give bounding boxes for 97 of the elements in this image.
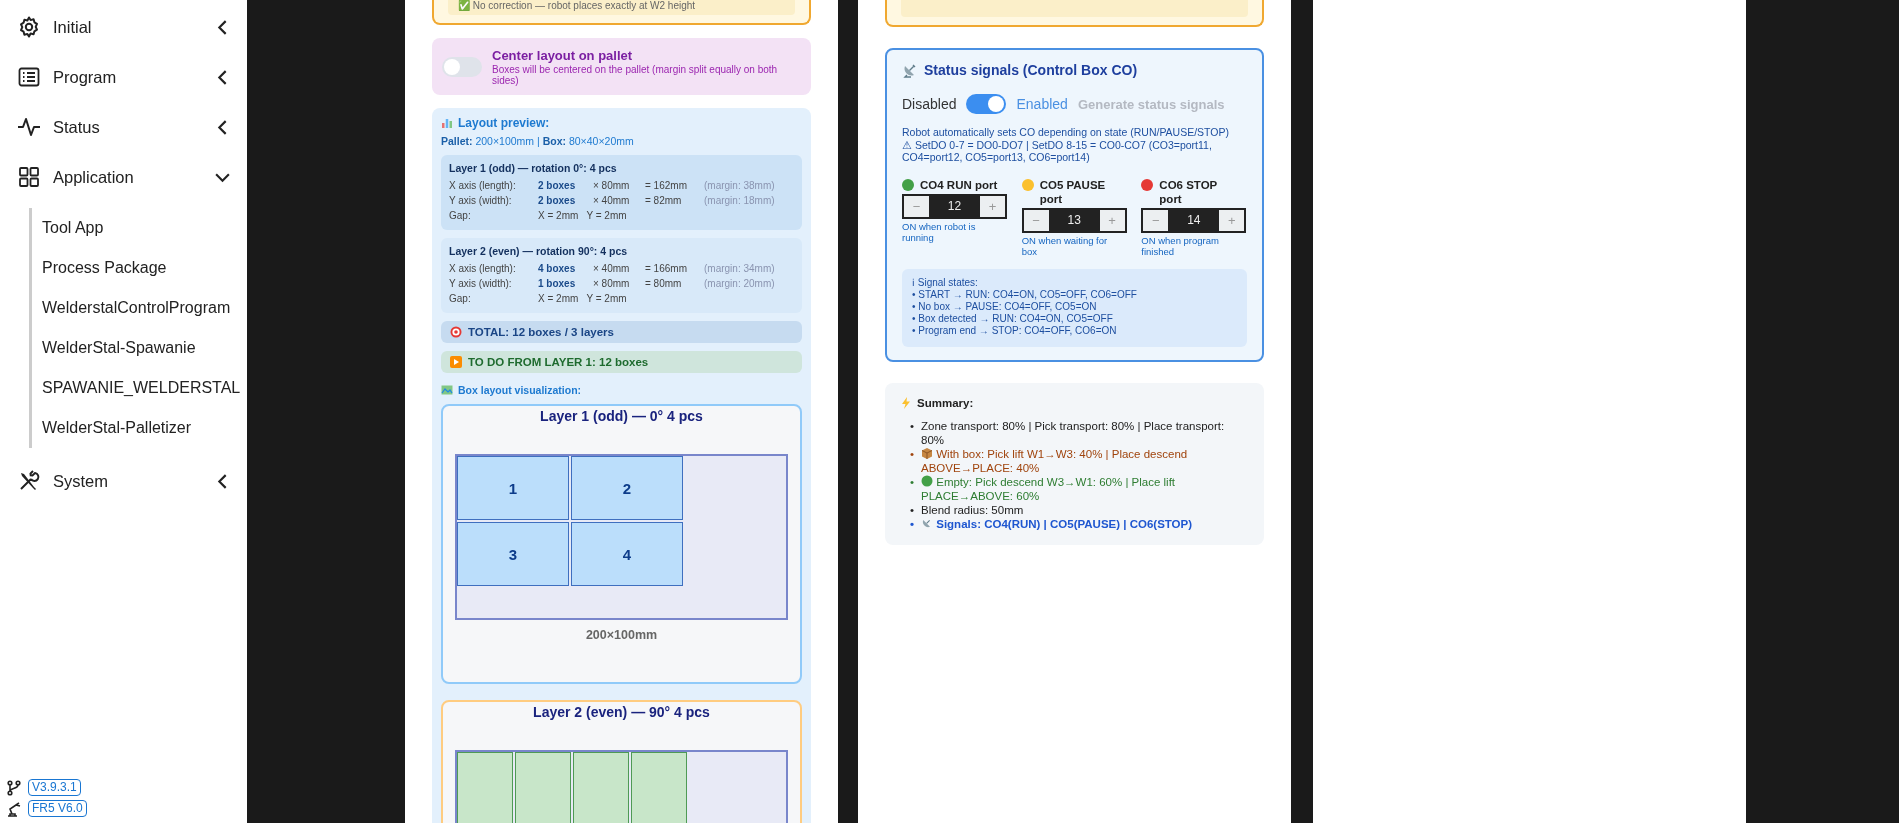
satellite-dish-icon [902,62,918,78]
version-badge: V3.9.3.1 [28,779,81,796]
box-size: × 40mm [593,262,631,276]
signal-state-line: • Box detected → RUN: CO4=ON, CO5=OFF [912,312,1114,325]
sidebar-subitem[interactable]: Tool App [32,208,247,248]
layer-title: Layer 1 (odd) — rotation 0°: 4 pcs [449,162,618,174]
layout-preview-title: Layout preview: [458,116,550,130]
port-label: CO4 RUN port [920,177,998,192]
visualization-title: Box layout visualization: [458,384,582,396]
axis-total: = 162mm [645,179,688,193]
sidebar-subitem[interactable]: SPAWANIE_WELDERSTAL [32,368,247,408]
warning-text: ⚠ SetDO 0-7 = DO0-DO7 | SetDO 8-15 = CO0-CO7 (CO3=port11, CO4=port12, CO5=port13, CO6=port14) [902,138,1213,164]
port-label: CO5 PAUSE port [1039,177,1107,206]
sidebar-subitem[interactable]: WelderStal-Spawanie [32,328,247,368]
todo-text: TO DO FROM LAYER 1: 12 boxes [468,356,649,368]
summary-title: Summary: [917,396,974,409]
port-label: CO6 STOP port [1159,177,1219,206]
sidebar-item[interactable]: Application [0,152,247,202]
sidebar-item[interactable]: Status [0,102,247,152]
summary-item: Zone transport: 80% | Pick transport: 80% | Place transport: 80% [921,418,1226,447]
map-icon [441,384,453,396]
margin-text: (margin: 34mm) [704,262,776,276]
grid-icon [17,165,41,189]
enabled-label: Enabled [1016,96,1068,112]
box-count: 4 boxes [538,262,577,276]
box-size: × 80mm [593,179,631,193]
pulse-icon [17,115,41,139]
target-icon [450,326,462,338]
axis-total: = 166mm [645,262,688,276]
center-layout-title: Center layout on pallet [492,48,634,63]
axis-label: Y axis (width): [449,277,513,291]
package-icon [921,446,934,459]
branch-icon [6,779,22,796]
pallet-size-caption: 200×100mm [585,628,658,642]
port-hint: ON when robot is running [902,220,977,243]
summary-item: With box: Pick lift W1→W3: 40% | Place descend ABOVE→PLACE: 40% [921,446,1189,475]
gap-label: Gap: [449,209,472,223]
bullet: • [910,474,915,490]
gap-value: X = 2mm Y = 2mm [538,292,628,306]
signal-state-line: • Program end → STOP: CO4=OFF, CO6=ON [912,324,1118,337]
signal-state-line: • START → RUN: CO4=ON, CO5=OFF, CO6=OFF [912,288,1138,301]
center-layout-toggle[interactable] [442,57,482,77]
gap-label: Gap: [449,292,472,306]
disabled-label: Disabled [902,96,957,112]
box-shape: 3 [457,522,569,586]
box-shape: 1 [457,456,569,520]
robot-arm-icon [6,800,22,817]
layer-title: Layer 2 (even) — rotation 90°: 4 pcs [449,245,629,257]
margin-text: (margin: 20mm) [704,277,776,291]
port-hint: ON when program finished [1141,234,1220,257]
signal-state-line: • No box → PAUSE: CO4=OFF, CO5=ON [912,300,1098,313]
box-count: 2 boxes [538,194,577,208]
box-shape: 4 [571,522,683,586]
summary-item: Empty: Pick descend W3→W1: 60% | Place lift PLACE→ABOVE: 60% [921,474,1177,503]
bullet: • [910,502,915,517]
axis-total: = 80mm [645,277,683,291]
axis-total: = 82mm [645,194,683,208]
summary-item: Signals: CO4(RUN) | CO5(PAUSE) | CO6(STOP) [921,516,1193,531]
margin-text: (margin: 38mm) [704,179,776,193]
axis-label: X axis (length): [449,262,517,276]
status-description: Robot automatically sets CO depending on state (RUN/PAUSE/STOP) [902,126,1230,139]
box-size: × 40mm [593,194,631,208]
box-count: 2 boxes [538,179,577,193]
lightning-icon [900,396,912,409]
box-count: 1 boxes [538,277,577,291]
box-shape: 2 [571,456,683,520]
correction-note: ✅ No correction — robot places exactly at W2 height [448,0,795,15]
bullet: • [910,516,915,531]
sidebar-subitem[interactable]: Process Package [32,248,247,288]
play-icon [450,356,462,368]
sidebar-subitem[interactable]: WelderStal-Palletizer [32,408,247,448]
bullet: • [910,446,915,462]
bar-chart-icon [441,117,453,129]
status-signals-title: Status signals (Control Box CO) [924,62,1138,78]
dimensions-text: Pallet: 200×100mm | Box: 80×40×20mm [441,135,635,147]
port-hint: ON when waiting for box [1021,234,1109,257]
dot-icon [921,474,934,487]
status-signals-toggle[interactable] [966,94,1007,114]
total-text: TOTAL: 12 boxes / 3 layers [468,326,614,338]
margin-text: (margin: 18mm) [704,194,776,208]
sidebar-subitem[interactable]: WelderstalControlProgram [32,288,247,328]
summary-item: Blend radius: 50mm [921,502,1024,517]
list-icon [17,65,41,89]
axis-label: Y axis (width): [449,194,513,208]
settings-icon [17,15,41,39]
sidebar-item[interactable]: Initial [0,2,247,52]
sidebar-item[interactable]: Program [0,52,247,102]
gap-value: X = 2mm Y = 2mm [538,209,628,223]
signal-state-line: ℹ Signal states: [912,276,979,289]
axis-label: X axis (length): [449,179,517,193]
box-size: × 80mm [593,277,631,291]
layer-visualization-title: Layer 2 (even) — 90° 4 pcs [533,704,710,720]
bullet: • [910,418,915,434]
version-badge: FR5 V6.0 [28,800,87,817]
center-layout-description: Boxes will be centered on the pallet (margin split equally on both sides) [492,64,779,86]
sidebar-item[interactable]: System [0,456,247,506]
layer-visualization-title: Layer 1 (odd) — 0° 4 pcs [540,408,703,424]
